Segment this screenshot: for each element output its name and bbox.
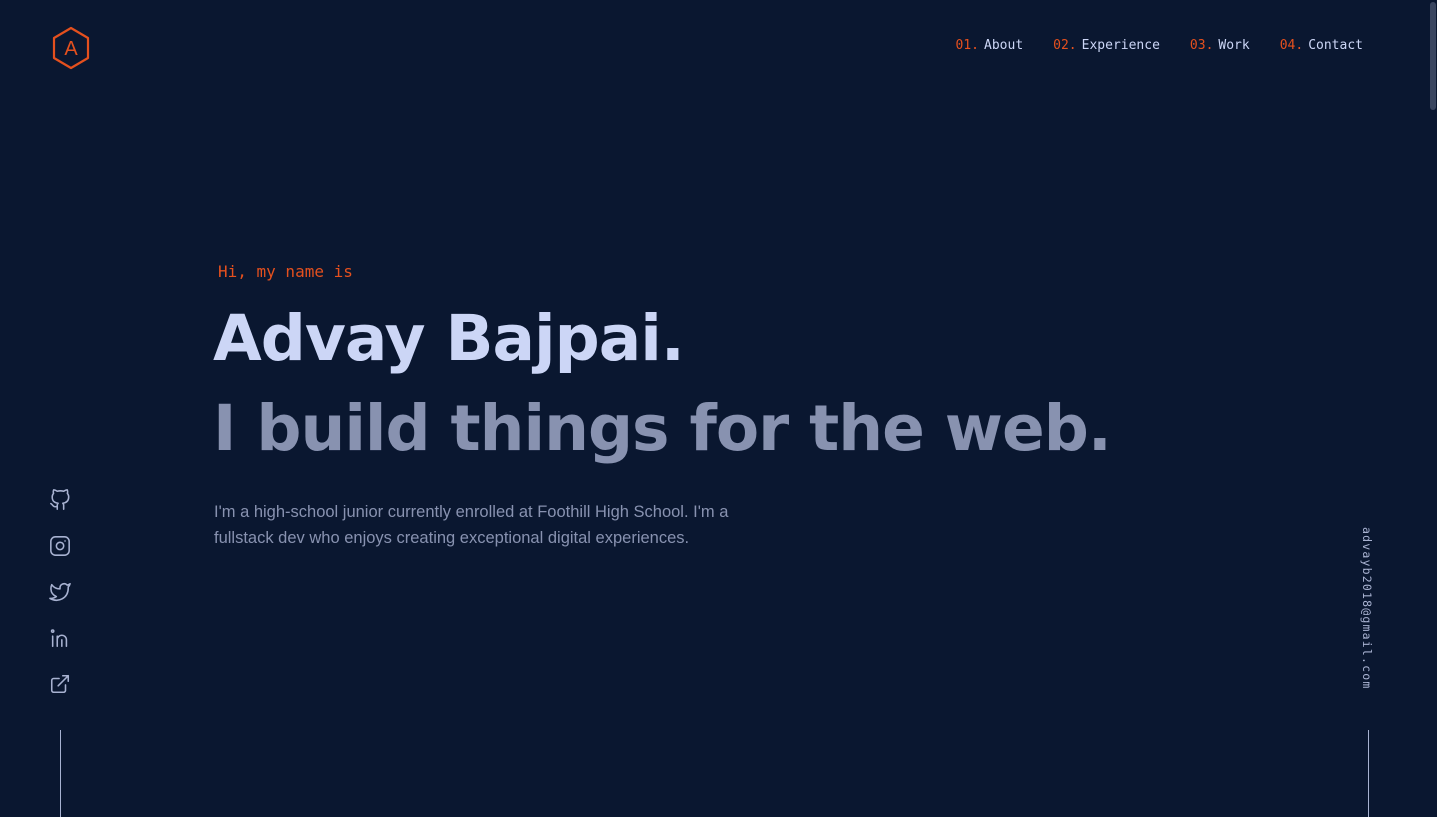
nav-label: Experience bbox=[1081, 38, 1160, 53]
hero-intro: Hi, my name is bbox=[218, 262, 353, 281]
scrollbar-thumb[interactable] bbox=[1430, 2, 1436, 110]
nav-label: Work bbox=[1218, 38, 1250, 53]
nav-label: Contact bbox=[1308, 38, 1363, 53]
nav-number: 01. bbox=[955, 38, 980, 53]
nav-number: 03. bbox=[1189, 38, 1214, 53]
nav-item-about[interactable]: 01. About bbox=[956, 38, 1024, 53]
hero-bio: I'm a high-school junior currently enrol… bbox=[214, 503, 729, 547]
instagram-link[interactable] bbox=[48, 535, 72, 559]
social-links bbox=[48, 488, 72, 719]
page-scrollbar[interactable] bbox=[1429, 0, 1437, 817]
linkedin-link[interactable] bbox=[48, 627, 72, 651]
github-link[interactable] bbox=[48, 489, 72, 513]
nav-number: 02. bbox=[1053, 38, 1077, 53]
twitter-link[interactable] bbox=[48, 581, 72, 605]
nav-item-experience[interactable]: 02. Experience bbox=[1053, 38, 1160, 53]
external-link-icon bbox=[50, 674, 70, 694]
left-divider-line bbox=[60, 730, 61, 817]
site-logo[interactable]: A bbox=[51, 26, 91, 70]
instagram-icon bbox=[50, 536, 70, 556]
linkedin-icon bbox=[50, 629, 68, 648]
hero-tagline: I build things for the web. bbox=[213, 392, 1112, 465]
hero-name: Advay Bajpai. bbox=[213, 302, 685, 375]
external-link[interactable] bbox=[48, 673, 72, 697]
nav-item-work[interactable]: 03. Work bbox=[1190, 38, 1250, 53]
hexagon-logo-icon: A bbox=[52, 26, 90, 70]
nav-label: About bbox=[984, 38, 1024, 53]
right-divider-line bbox=[1368, 730, 1369, 817]
email-link[interactable]: advayb2018@gmail.com bbox=[1360, 527, 1374, 689]
twitter-icon bbox=[49, 582, 71, 601]
nav-item-contact[interactable]: 04. Contact bbox=[1280, 38, 1363, 53]
main-nav: 01. About 02. Experience 03. Work 04. Co… bbox=[926, 38, 1363, 53]
logo-letter: A bbox=[64, 38, 78, 60]
github-icon bbox=[50, 489, 70, 510]
nav-number: 04. bbox=[1279, 38, 1304, 53]
